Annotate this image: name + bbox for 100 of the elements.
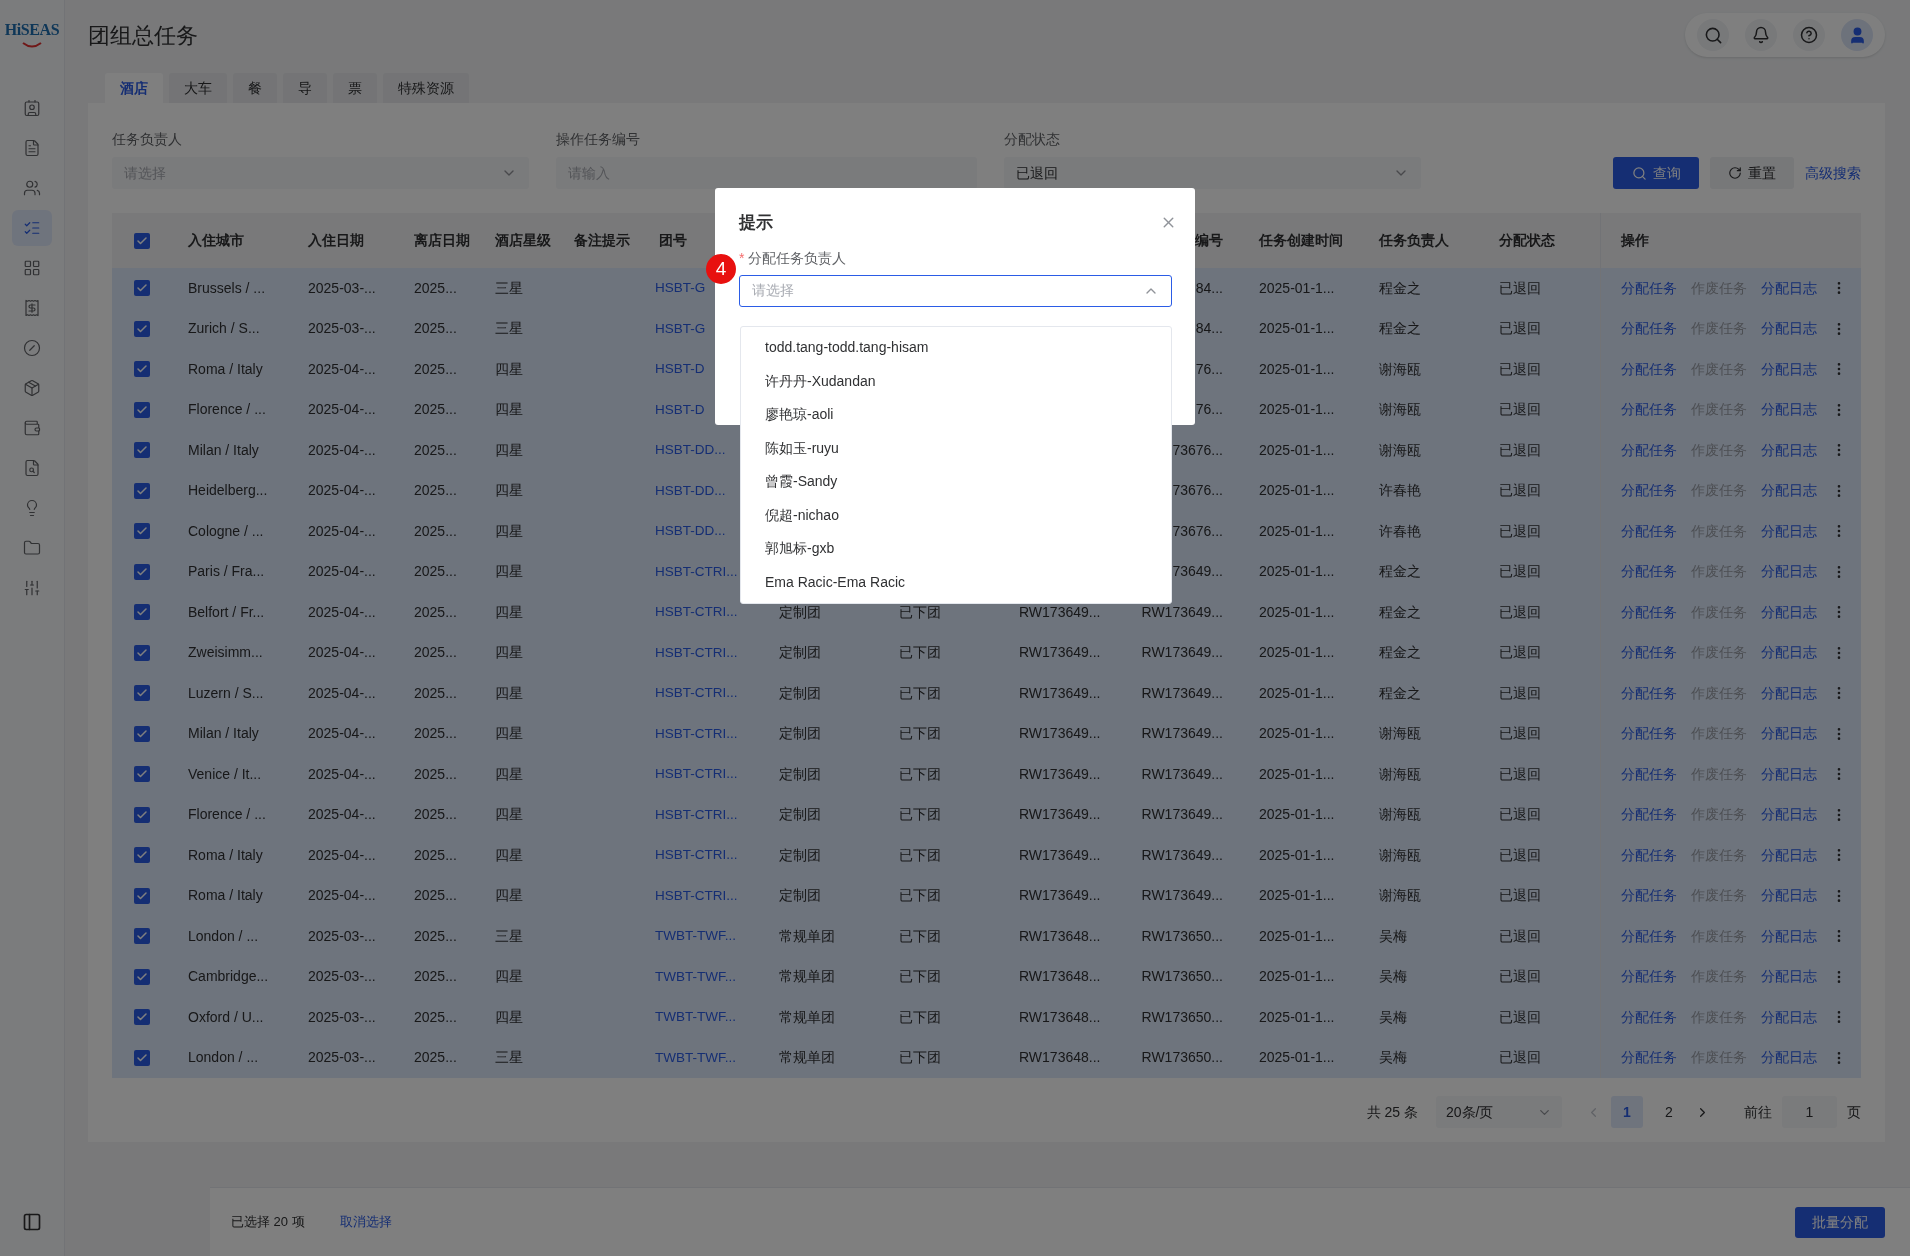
action-link[interactable]: 分配日志	[1761, 601, 1817, 623]
tab[interactable]: 酒店	[105, 73, 163, 103]
checkbox[interactable]	[134, 361, 150, 378]
action-link[interactable]: 分配任务	[1621, 399, 1677, 421]
bell-icon[interactable]	[1745, 19, 1777, 51]
help-icon[interactable]	[1793, 19, 1825, 51]
search-icon[interactable]	[1697, 19, 1729, 51]
group-number-link[interactable]: TWBT-TWF...	[655, 968, 736, 984]
action-link[interactable]: 分配任务	[1621, 520, 1677, 542]
dropdown-option[interactable]: 廖艳琼-aoli	[741, 398, 1171, 432]
action-link[interactable]: 分配任务	[1621, 804, 1677, 826]
action-link[interactable]: 分配任务	[1621, 723, 1677, 745]
group-number-link[interactable]: HSBT-CTRI...	[655, 806, 738, 822]
tab[interactable]: 票	[333, 73, 377, 103]
sidebar-item[interactable]	[12, 210, 52, 246]
tab[interactable]: 导	[283, 73, 327, 103]
group-number-link[interactable]: TWBT-TWF...	[655, 1049, 736, 1065]
panel-toggle-icon[interactable]	[22, 1212, 42, 1232]
action-link[interactable]: 分配日志	[1761, 763, 1817, 785]
group-number-link[interactable]: HSBT-CTRI...	[655, 563, 738, 579]
dropdown-option[interactable]: 许丹丹-Xudandan	[741, 364, 1171, 398]
checkbox[interactable]	[134, 887, 150, 904]
group-number-link[interactable]: HSBT-CTRI...	[655, 644, 738, 660]
checkbox[interactable]	[134, 482, 150, 499]
action-link[interactable]: 分配日志	[1761, 642, 1817, 664]
action-link[interactable]: 分配日志	[1761, 925, 1817, 947]
tab[interactable]: 餐	[233, 73, 277, 103]
action-link[interactable]: 分配任务	[1621, 561, 1677, 583]
action-link[interactable]: 分配任务	[1621, 358, 1677, 380]
checkbox[interactable]	[134, 563, 150, 580]
tab[interactable]: 大车	[169, 73, 227, 103]
group-number-link[interactable]: HSBT-CTRI...	[655, 847, 738, 863]
action-link[interactable]: 分配日志	[1761, 399, 1817, 421]
group-number-link[interactable]: HSBT-CTRI...	[655, 887, 738, 903]
dropdown-option[interactable]: todd.tang-todd.tang-hisam	[741, 331, 1171, 365]
action-link[interactable]: 分配日志	[1761, 1006, 1817, 1028]
action-link[interactable]: 分配任务	[1621, 480, 1677, 502]
action-link[interactable]: 分配任务	[1621, 844, 1677, 866]
page-size-select[interactable]: 20条/页	[1436, 1096, 1562, 1128]
action-link[interactable]: 分配日志	[1761, 439, 1817, 461]
group-number-link[interactable]: HSBT-G	[655, 280, 706, 296]
action-link[interactable]: 分配任务	[1621, 642, 1677, 664]
group-number-link[interactable]: HSBT-D	[655, 401, 705, 417]
action-link[interactable]: 分配任务	[1621, 966, 1677, 988]
action-link[interactable]: 分配任务	[1621, 1006, 1677, 1028]
action-link[interactable]: 分配日志	[1761, 358, 1817, 380]
dropdown-option[interactable]: Ema Racic-Ema Racic	[741, 565, 1171, 599]
group-number-link[interactable]: HSBT-CTRI...	[655, 685, 738, 701]
checkbox[interactable]	[134, 604, 150, 621]
action-link[interactable]: 分配日志	[1761, 520, 1817, 542]
action-link[interactable]: 分配日志	[1761, 480, 1817, 502]
action-link[interactable]: 分配日志	[1761, 1047, 1817, 1069]
checkbox[interactable]	[134, 725, 150, 742]
advanced-search-link[interactable]: 高级搜索	[1805, 157, 1861, 189]
action-link[interactable]: 分配日志	[1761, 561, 1817, 583]
checkbox[interactable]	[134, 442, 150, 459]
group-number-link[interactable]: TWBT-TWF...	[655, 1009, 736, 1025]
page-button[interactable]: 2	[1653, 1096, 1685, 1128]
page-button[interactable]: 1	[1611, 1096, 1643, 1128]
group-number-link[interactable]: TWBT-TWF...	[655, 928, 736, 944]
checkbox[interactable]	[134, 968, 150, 985]
batch-assign-button[interactable]: 批量分配	[1795, 1206, 1885, 1238]
group-number-link[interactable]: HSBT-DD...	[655, 442, 726, 458]
action-link[interactable]: 分配日志	[1761, 723, 1817, 745]
action-link[interactable]: 分配任务	[1621, 682, 1677, 704]
search-button[interactable]: 查询	[1613, 157, 1699, 189]
action-link[interactable]: 分配日志	[1761, 844, 1817, 866]
dropdown-option[interactable]: 陈如玉-ruyu	[741, 431, 1171, 465]
action-link[interactable]: 分配任务	[1621, 277, 1677, 299]
group-number-link[interactable]: HSBT-CTRI...	[655, 604, 738, 620]
action-link[interactable]: 分配任务	[1621, 318, 1677, 340]
checkbox[interactable]	[134, 401, 150, 418]
page-input[interactable]: 1	[1782, 1096, 1837, 1128]
checkbox[interactable]	[134, 320, 150, 337]
group-number-link[interactable]: HSBT-DD...	[655, 482, 726, 498]
checkbox[interactable]	[134, 1049, 150, 1066]
dropdown-option[interactable]: 郭旭标-gxb	[741, 532, 1171, 566]
action-link[interactable]: 分配任务	[1621, 885, 1677, 907]
dropdown-option[interactable]: 曾霞-Sandy	[741, 465, 1171, 499]
clear-selection-link[interactable]: 取消选择	[339, 1212, 392, 1232]
group-number-link[interactable]: HSBT-G	[655, 320, 706, 336]
checkbox[interactable]	[134, 644, 150, 661]
checkbox[interactable]	[134, 806, 150, 823]
action-link[interactable]: 分配日志	[1761, 682, 1817, 704]
action-link[interactable]: 分配任务	[1621, 1047, 1677, 1069]
tab[interactable]: 特殊资源	[383, 73, 469, 103]
action-link[interactable]: 分配日志	[1761, 885, 1817, 907]
checkbox[interactable]	[134, 685, 150, 702]
checkbox[interactable]	[134, 847, 150, 864]
action-link[interactable]: 分配日志	[1761, 277, 1817, 299]
checkbox[interactable]	[134, 523, 150, 540]
checkbox[interactable]	[134, 766, 150, 783]
user-avatar-icon[interactable]	[1841, 19, 1873, 51]
action-link[interactable]: 分配日志	[1761, 966, 1817, 988]
group-number-link[interactable]: HSBT-CTRI...	[655, 766, 738, 782]
dropdown-option[interactable]: 倪超-nichao	[741, 498, 1171, 532]
checkbox[interactable]	[134, 1009, 150, 1026]
action-link[interactable]: 分配任务	[1621, 439, 1677, 461]
checkbox[interactable]	[134, 280, 150, 297]
group-number-link[interactable]: HSBT-CTRI...	[655, 725, 738, 741]
